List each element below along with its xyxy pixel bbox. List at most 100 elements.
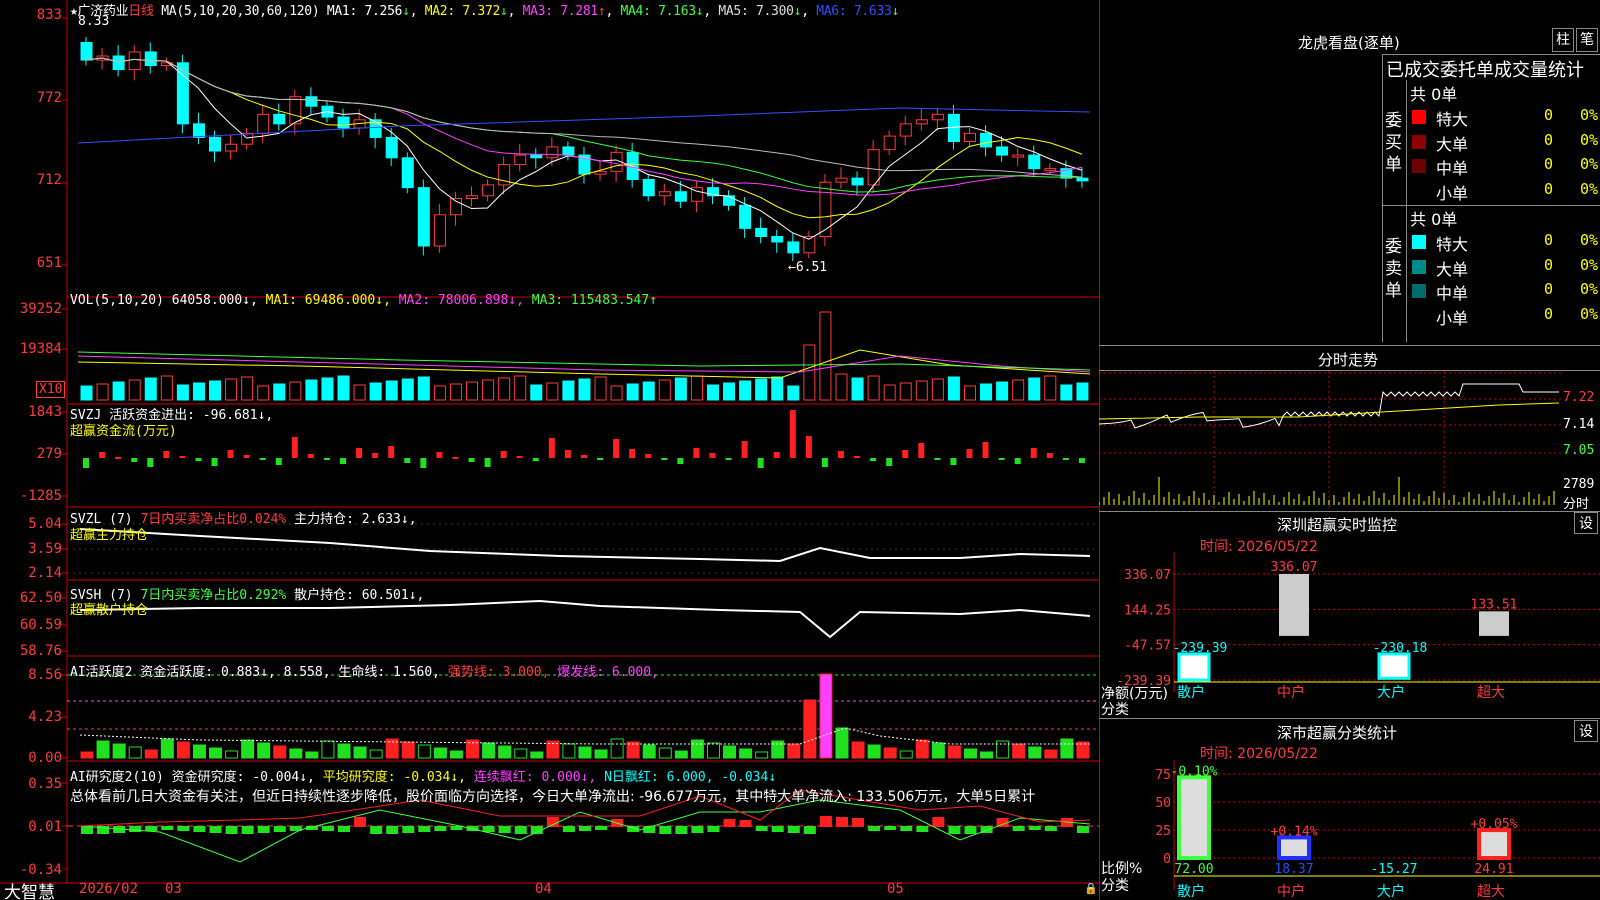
date-label: 05 bbox=[887, 881, 904, 897]
volume-bar bbox=[96, 383, 109, 401]
research-bar bbox=[1012, 826, 1025, 831]
lhb-title: 龙虎看盘(逐单) bbox=[1298, 34, 1400, 52]
research-bar bbox=[562, 826, 575, 832]
sz-stats-settings-button[interactable]: 设 bbox=[1574, 720, 1598, 742]
flow-bar bbox=[532, 458, 539, 461]
ma5-arrow: ↓ bbox=[793, 4, 802, 19]
order-count: 0 bbox=[1544, 304, 1554, 323]
volume-bar bbox=[851, 377, 864, 401]
flow-bar bbox=[356, 448, 363, 458]
volume-bar bbox=[996, 381, 1009, 401]
kline-chart-canvas[interactable] bbox=[0, 0, 1100, 900]
research-bar bbox=[659, 826, 672, 834]
activity-bar bbox=[417, 744, 431, 759]
intraday-chart[interactable] bbox=[1099, 371, 1561, 508]
volume-bar bbox=[289, 381, 302, 401]
svzl-sub: 超赢主力持仓 bbox=[70, 528, 149, 543]
activity-bar bbox=[1044, 749, 1058, 759]
flow-bar bbox=[821, 458, 828, 467]
axis-label: 60.59 bbox=[19, 617, 62, 633]
volume-bar bbox=[160, 375, 173, 401]
candle-body bbox=[674, 191, 687, 202]
volume-bar bbox=[369, 382, 382, 401]
period-label[interactable]: 日线 bbox=[128, 4, 154, 19]
flow-bar bbox=[83, 458, 89, 468]
ai2-avg: 平均研究度: -0.034↓, bbox=[314, 770, 466, 785]
ma5-value: MA5: 7.300 bbox=[718, 4, 794, 19]
flow-bar bbox=[420, 458, 427, 468]
activity-bar bbox=[819, 673, 833, 759]
research-bar bbox=[209, 826, 222, 833]
order-level-label: 特大 bbox=[1436, 235, 1469, 254]
volume-bar bbox=[482, 379, 495, 401]
activity-bar bbox=[739, 748, 753, 759]
candle-body bbox=[755, 227, 768, 238]
vol-unit-badge[interactable]: X10 bbox=[36, 381, 66, 398]
intraday-axis-label: 7.14 bbox=[1563, 417, 1595, 432]
sz-monitor-title: 深圳超赢实时监控 bbox=[1277, 516, 1398, 534]
level-color-swatch bbox=[1412, 134, 1426, 149]
axis-label: 651 bbox=[36, 255, 62, 271]
volume-bar bbox=[225, 378, 238, 401]
volume-bar bbox=[594, 376, 607, 401]
candle-body bbox=[980, 132, 993, 148]
order-level-label: 中单 bbox=[1436, 159, 1469, 178]
tick-mode-button[interactable]: 笔 bbox=[1576, 28, 1598, 52]
research-bar bbox=[370, 826, 383, 834]
flow-bar bbox=[934, 458, 941, 460]
activity-bar bbox=[530, 751, 544, 759]
monitor-value-label: 336.07 bbox=[1271, 560, 1318, 575]
candle-body bbox=[546, 146, 559, 159]
activity-bar bbox=[160, 738, 174, 759]
volume-bar bbox=[674, 377, 687, 401]
bar-mode-button[interactable]: 柱 bbox=[1552, 28, 1574, 52]
level-color-swatch bbox=[1412, 110, 1426, 124]
volume-bar bbox=[417, 376, 430, 401]
sz-monitor-xlabel: 分类 bbox=[1101, 702, 1129, 718]
stats-pct-label: -0.10% bbox=[1171, 764, 1218, 779]
activity-bar bbox=[690, 739, 704, 759]
ma6-arrow: ↓ bbox=[891, 4, 900, 19]
ma2-arrow: ↓ bbox=[500, 4, 508, 19]
monitor-value-label: 133.51 bbox=[1471, 597, 1518, 612]
research-bar bbox=[916, 826, 929, 832]
research-bar bbox=[675, 826, 688, 834]
activity-bar bbox=[835, 727, 849, 759]
activity-bar bbox=[449, 750, 463, 759]
activity-bar bbox=[803, 699, 817, 759]
volume-bar bbox=[626, 383, 639, 401]
research-bar bbox=[498, 826, 511, 833]
research-bar bbox=[819, 816, 832, 827]
candle-body bbox=[466, 195, 479, 200]
activity-bar bbox=[289, 748, 303, 759]
flow-bar bbox=[1014, 458, 1021, 464]
monitor-category-label: 中户 bbox=[1277, 684, 1305, 701]
candle-body bbox=[401, 157, 414, 189]
volume-bar bbox=[642, 381, 655, 401]
sz-stats-chart: 75 50 25 0 -0.10% 72.00 散户 +0.14% 18.37 中户 -15.27 大… bbox=[1155, 760, 1600, 900]
candle-body bbox=[867, 149, 880, 186]
flow-bar bbox=[613, 439, 620, 458]
volume-bar bbox=[112, 381, 125, 401]
research-bar bbox=[884, 826, 897, 830]
activity-bar bbox=[947, 745, 961, 759]
activity-bar bbox=[642, 744, 656, 759]
order-level-label: 特大 bbox=[1436, 110, 1469, 129]
flow-bar bbox=[131, 458, 138, 462]
flow-bar bbox=[500, 451, 507, 458]
svzl-pct: 7日内买卖净占比0.024% bbox=[140, 512, 287, 527]
monitor-category-label: 大户 bbox=[1377, 684, 1405, 701]
intraday-vol-axis: 2789 bbox=[1563, 477, 1595, 492]
flow-bar bbox=[789, 410, 796, 458]
activity-bar bbox=[851, 741, 865, 759]
flow-bar bbox=[564, 450, 571, 458]
activity-bar bbox=[996, 740, 1010, 759]
volume-bar bbox=[883, 384, 896, 401]
order-level-label: 大单 bbox=[1436, 259, 1469, 279]
ai2-comment: 总体看前几日大资金有关注，但近日持续性逐步降低，股价面临方向选择，今日大单净流出… bbox=[70, 789, 1036, 805]
axis-label: -1285 bbox=[19, 488, 62, 504]
star-icon[interactable]: ★ bbox=[70, 4, 78, 19]
flow-bar bbox=[195, 458, 202, 461]
sz-monitor-settings-button[interactable]: 设 bbox=[1574, 512, 1598, 534]
lock-icon[interactable]: 🔒 bbox=[1084, 882, 1098, 895]
